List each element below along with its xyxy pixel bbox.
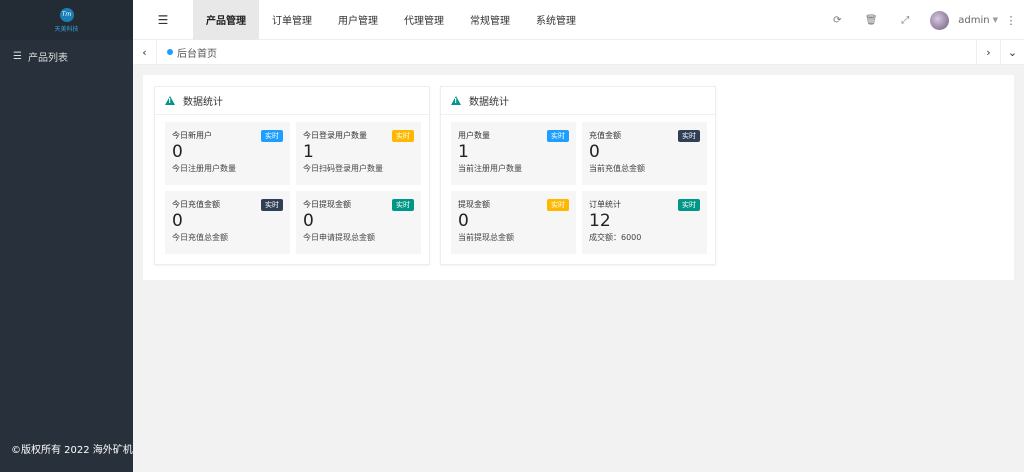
stat-card: 今日充值金额 实时 0 今日充值总金额 <box>165 191 290 254</box>
refresh-icon[interactable]: ⟳ <box>820 15 854 26</box>
stat-card: 订单统计 实时 12 成交额：6000 <box>582 191 707 254</box>
chevron-down-icon[interactable]: ⌄ <box>1000 40 1024 65</box>
stat-card: 提现金额 实时 0 当前提现总金额 <box>451 191 576 254</box>
chevron-right-icon[interactable]: › <box>976 40 1000 65</box>
card-value: 0 <box>589 142 600 162</box>
stat-card: 用户数量 实时 1 当前注册用户数量 <box>451 122 576 185</box>
stats-panel-today: 数据统计 今日新用户 实时 0 今日注册用户数量 今日登录用户数量 实时 1 今… <box>154 86 430 265</box>
status-badge: 实时 <box>547 130 569 142</box>
warning-icon <box>451 96 461 105</box>
status-badge: 实时 <box>678 130 700 142</box>
avatar[interactable] <box>930 10 950 30</box>
sidebar-item-label: 产品列表 <box>27 52 68 64</box>
main-content: 数据统计 今日新用户 实时 0 今日注册用户数量 今日登录用户数量 实时 1 今… <box>143 75 1014 280</box>
panel-title: 数据统计 <box>183 97 223 108</box>
status-badge: 实时 <box>392 130 414 142</box>
stat-card: 充值金额 实时 0 当前充值总金额 <box>582 122 707 185</box>
panel-header: 数据统计 <box>441 87 715 115</box>
top-nav: 产品管理 订单管理 用户管理 代理管理 常规管理 系统管理 <box>193 0 589 40</box>
card-value: 0 <box>172 211 183 231</box>
card-value: 0 <box>458 211 469 231</box>
active-dot-icon <box>167 49 173 55</box>
nav-item-agent[interactable]: 代理管理 <box>391 0 457 40</box>
copyright: ©版权所有 2022 海外矿机 <box>11 445 133 456</box>
stat-card: 今日登录用户数量 实时 1 今日扫码登录用户数量 <box>296 122 421 185</box>
card-value: 0 <box>303 211 314 231</box>
card-desc: 今日扫码登录用户数量 <box>303 164 383 173</box>
card-desc: 当前提现总金额 <box>458 233 514 242</box>
status-badge: 实时 <box>547 199 569 211</box>
card-desc: 今日申请提现总金额 <box>303 233 375 242</box>
sidebar: Tm 天美科技 ☰ 产品列表 ©版权所有 2022 海外矿机 <box>0 0 133 472</box>
card-desc: 成交额：6000 <box>589 233 642 242</box>
tab-home[interactable]: 后台首页 <box>157 45 217 60</box>
stats-panel-total: 数据统计 用户数量 实时 1 当前注册用户数量 充值金额 实时 0 当前充值总金… <box>440 86 716 265</box>
card-value: 12 <box>589 211 611 231</box>
more-vertical-icon[interactable]: ⋮ <box>998 14 1024 27</box>
logo-mark: Tm <box>59 7 74 22</box>
logo[interactable]: Tm 天美科技 <box>0 0 133 40</box>
nav-item-system[interactable]: 系统管理 <box>523 0 589 40</box>
warning-icon <box>165 96 175 105</box>
tab-home-label: 后台首页 <box>177 48 217 60</box>
status-badge: 实时 <box>261 130 283 142</box>
card-desc: 当前注册用户数量 <box>458 164 522 173</box>
topbar: ☰ 产品管理 订单管理 用户管理 代理管理 常规管理 系统管理 ⟳ 🗑 ⤢ ad… <box>133 0 1024 40</box>
sidebar-item-product-list[interactable]: ☰ 产品列表 <box>0 40 133 72</box>
panel-title: 数据统计 <box>469 97 509 108</box>
card-value: 1 <box>303 142 314 162</box>
status-badge: 实时 <box>261 199 283 211</box>
logo-text: 天美科技 <box>54 25 79 33</box>
menu-toggle-icon[interactable]: ☰ <box>133 0 193 40</box>
tab-bar-right: › ⌄ <box>976 40 1024 65</box>
panel-header: 数据统计 <box>155 87 429 115</box>
user-name[interactable]: admin <box>958 15 989 26</box>
card-desc: 今日充值总金额 <box>172 233 228 242</box>
card-value: 1 <box>458 142 469 162</box>
list-icon: ☰ <box>13 50 22 62</box>
top-right-tools: ⟳ 🗑 ⤢ admin ▼ ⋮ <box>820 0 1024 40</box>
trash-icon[interactable]: 🗑 <box>854 15 888 26</box>
nav-item-product[interactable]: 产品管理 <box>193 0 259 40</box>
tab-bar: ‹ 后台首页 › ⌄ <box>133 39 1024 65</box>
card-desc: 当前充值总金额 <box>589 164 645 173</box>
stat-card: 今日提现金额 实时 0 今日申请提现总金额 <box>296 191 421 254</box>
nav-item-user[interactable]: 用户管理 <box>325 0 391 40</box>
status-badge: 实时 <box>392 199 414 211</box>
nav-item-order[interactable]: 订单管理 <box>259 0 325 40</box>
card-value: 0 <box>172 142 183 162</box>
fullscreen-icon[interactable]: ⤢ <box>888 15 922 26</box>
status-badge: 实时 <box>678 199 700 211</box>
nav-item-general[interactable]: 常规管理 <box>457 0 523 40</box>
stat-card: 今日新用户 实时 0 今日注册用户数量 <box>165 122 290 185</box>
chevron-left-icon[interactable]: ‹ <box>133 39 157 65</box>
card-desc: 今日注册用户数量 <box>172 164 236 173</box>
